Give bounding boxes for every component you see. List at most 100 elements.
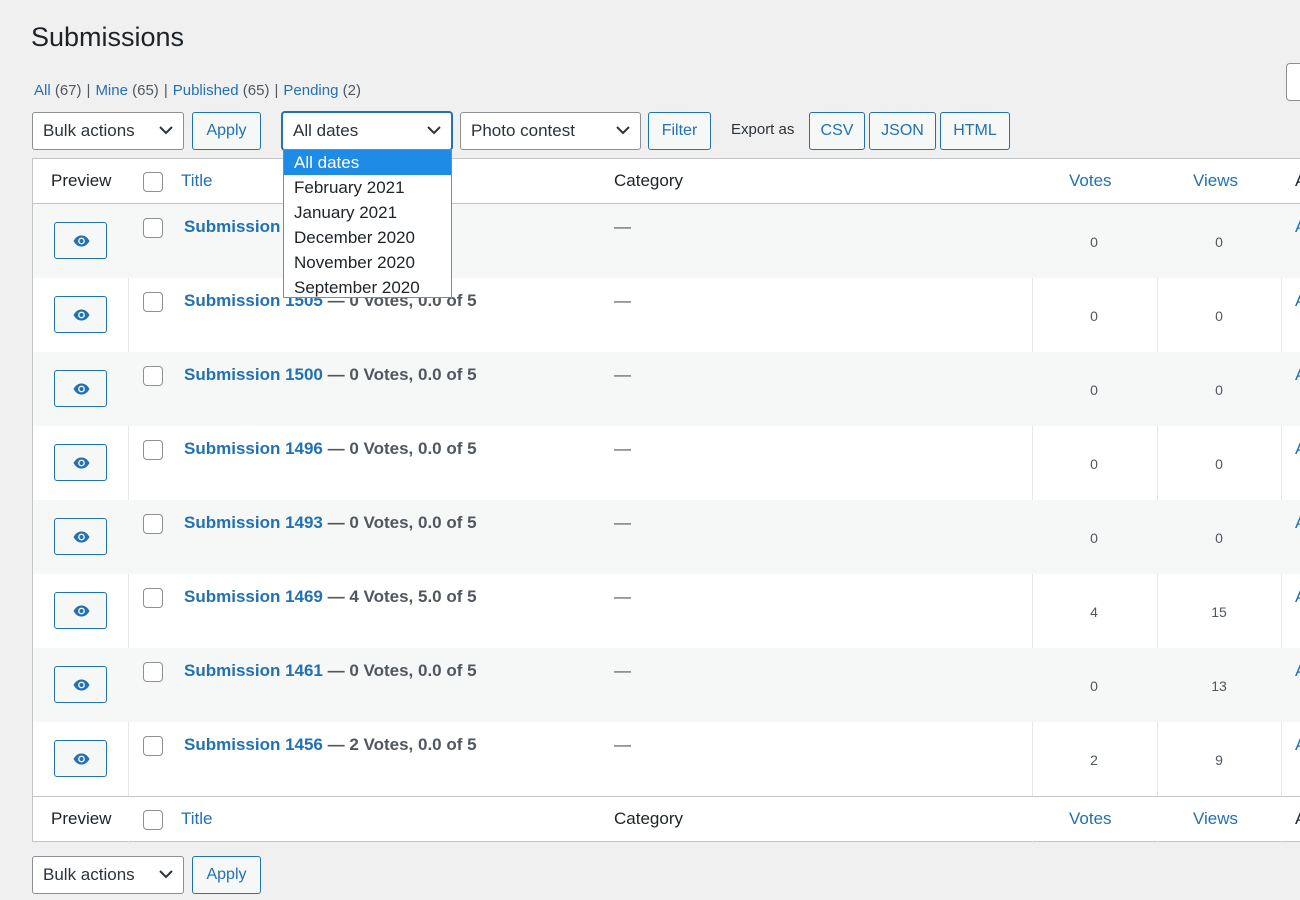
row-checkbox[interactable] xyxy=(143,662,163,682)
search-input[interactable] xyxy=(1286,63,1300,101)
column-footer-preview: Preview xyxy=(51,809,112,828)
column-header-title[interactable]: Title xyxy=(181,171,213,191)
table-row: Submission 1469 — 4 Votes, 5.0 of 5 — 4 15 A xyxy=(33,574,1300,648)
eye-icon xyxy=(73,679,90,691)
submission-title-link[interactable]: Submission 1496 xyxy=(184,439,323,458)
author-cell-clipped[interactable]: A xyxy=(1295,587,1300,607)
dates-select[interactable]: All dates xyxy=(282,112,452,150)
bulk-actions-value: Bulk actions xyxy=(43,121,135,140)
column-footer-views[interactable]: Views xyxy=(1193,809,1238,829)
votes-cell: 0 xyxy=(1090,308,1098,324)
date-option[interactable]: December 2020 xyxy=(284,225,451,250)
views-cell: 13 xyxy=(1211,678,1227,694)
preview-button[interactable] xyxy=(54,518,107,555)
preview-button[interactable] xyxy=(54,222,107,259)
column-header-votes[interactable]: Votes xyxy=(1069,171,1112,191)
date-option[interactable]: November 2020 xyxy=(284,250,451,275)
submission-title-link[interactable]: Submission 1500 xyxy=(184,365,323,384)
submission-title-link[interactable]: Submission 1469 xyxy=(184,587,323,606)
column-footer-author-clipped[interactable]: A xyxy=(1295,809,1300,829)
submission-title-link[interactable]: Submission 1493 xyxy=(184,513,323,532)
row-checkbox[interactable] xyxy=(143,440,163,460)
column-header-views[interactable]: Views xyxy=(1193,171,1238,191)
bulk-actions-select-bottom[interactable]: Bulk actions xyxy=(32,856,184,894)
submission-title-link[interactable]: Submission 1456 xyxy=(184,735,323,754)
column-footer-votes[interactable]: Votes xyxy=(1069,809,1112,829)
column-footer-title[interactable]: Title xyxy=(181,809,213,829)
date-option[interactable]: February 2021 xyxy=(284,175,451,200)
filter-button[interactable]: Filter xyxy=(648,112,711,150)
submission-title-link[interactable]: Submission 1461 xyxy=(184,661,323,680)
category-cell: — xyxy=(614,365,631,384)
eye-icon xyxy=(73,753,90,765)
submission-title: Submission 1469 — 4 Votes, 5.0 of 5 xyxy=(184,587,477,607)
preview-button[interactable] xyxy=(54,296,107,333)
submission-title: Submission 1456 — 2 Votes, 0.0 of 5 xyxy=(184,735,477,755)
export-label: Export as xyxy=(731,121,795,138)
author-cell-clipped[interactable]: A xyxy=(1295,661,1300,681)
submission-title: Submission 1496 — 0 Votes, 0.0 of 5 xyxy=(184,439,477,459)
separator: | xyxy=(163,82,168,99)
bulk-actions-select[interactable]: Bulk actions xyxy=(32,112,184,150)
votes-cell: 0 xyxy=(1090,234,1098,250)
views-cell: 0 xyxy=(1215,234,1223,250)
date-option[interactable]: September 2020 xyxy=(284,275,451,300)
preview-button[interactable] xyxy=(54,592,107,629)
category-cell: — xyxy=(614,439,631,458)
filter-mine-label: Mine xyxy=(95,82,128,99)
submission-title-link[interactable]: Submission 1 xyxy=(184,217,295,236)
preview-button[interactable] xyxy=(54,666,107,703)
author-cell-clipped[interactable]: A xyxy=(1295,439,1300,459)
filter-pending-link[interactable]: Pending (2) xyxy=(283,82,361,99)
contest-select[interactable]: Photo contest xyxy=(460,112,641,150)
submission-meta: — 0 Votes, 0.0 of 5 xyxy=(327,365,477,384)
filter-all-label: All xyxy=(34,82,51,99)
submissions-table: Preview Title Category Votes Views A Sub… xyxy=(32,158,1300,843)
preview-button[interactable] xyxy=(54,444,107,481)
filter-all-link[interactable]: All (67) xyxy=(34,82,82,99)
views-cell: 0 xyxy=(1215,308,1223,324)
votes-cell: 0 xyxy=(1090,530,1098,546)
date-option[interactable]: January 2021 xyxy=(284,200,451,225)
row-checkbox[interactable] xyxy=(143,366,163,386)
dates-select-value: All dates xyxy=(293,121,359,140)
author-cell-clipped[interactable]: A xyxy=(1295,291,1300,311)
views-cell: 0 xyxy=(1215,530,1223,546)
submission-meta: — 0 Votes, 0.0 of 5 xyxy=(327,439,477,458)
preview-button[interactable] xyxy=(54,370,107,407)
apply-button-bottom[interactable]: Apply xyxy=(192,856,261,894)
author-cell-clipped[interactable]: A xyxy=(1295,365,1300,385)
row-checkbox[interactable] xyxy=(143,514,163,534)
column-header-author-clipped[interactable]: A xyxy=(1295,171,1300,191)
contest-select-value: Photo contest xyxy=(471,121,575,140)
select-all-checkbox[interactable] xyxy=(143,172,163,192)
filter-published-link[interactable]: Published (65) xyxy=(173,82,270,99)
eye-icon xyxy=(73,383,90,395)
submission-meta: — 2 Votes, 0.0 of 5 xyxy=(327,735,477,754)
row-checkbox[interactable] xyxy=(143,218,163,238)
filter-pending-label: Pending xyxy=(283,82,339,99)
chevron-down-icon xyxy=(427,126,441,135)
filter-mine-link[interactable]: Mine (65) xyxy=(95,82,158,99)
preview-button[interactable] xyxy=(54,740,107,777)
column-header-category: Category xyxy=(614,171,683,190)
export-json-button[interactable]: JSON xyxy=(869,112,936,150)
row-checkbox[interactable] xyxy=(143,736,163,756)
category-cell: — xyxy=(614,587,631,606)
export-csv-button[interactable]: CSV xyxy=(809,112,865,150)
select-all-checkbox[interactable] xyxy=(143,810,163,830)
author-cell-clipped[interactable]: A xyxy=(1295,513,1300,533)
row-checkbox[interactable] xyxy=(143,588,163,608)
table-row: Submission 1456 — 2 Votes, 0.0 of 5 — 2 9 A xyxy=(33,722,1300,796)
row-checkbox[interactable] xyxy=(143,292,163,312)
apply-button[interactable]: Apply xyxy=(192,112,261,150)
votes-cell: 0 xyxy=(1090,678,1098,694)
export-html-button[interactable]: HTML xyxy=(940,112,1010,150)
author-cell-clipped[interactable]: A xyxy=(1295,735,1300,755)
date-option[interactable]: All dates xyxy=(284,150,451,175)
votes-cell: 0 xyxy=(1090,382,1098,398)
submission-title: Submission 1500 — 0 Votes, 0.0 of 5 xyxy=(184,365,477,385)
author-cell-clipped[interactable]: A xyxy=(1295,217,1300,237)
eye-icon xyxy=(73,531,90,543)
column-footer-category: Category xyxy=(614,809,683,828)
